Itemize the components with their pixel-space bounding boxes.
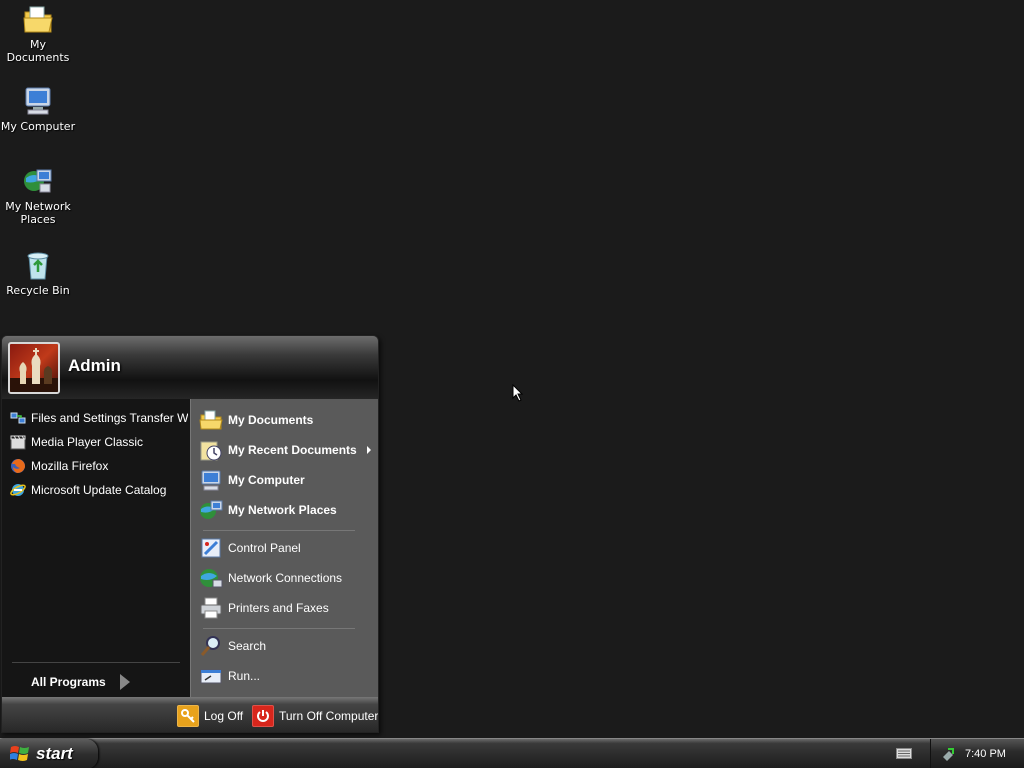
run-icon	[200, 669, 222, 684]
system-tray: 7:40 PM	[930, 739, 1024, 768]
system-control-panel[interactable]: Control Panel	[199, 534, 377, 562]
mouse-cursor-icon	[512, 384, 524, 402]
system-separator	[203, 628, 355, 629]
places-separator	[203, 530, 355, 531]
transfer-wizard-icon	[10, 412, 26, 424]
start-menu-footer: Log Off Turn Off Computer	[2, 697, 378, 732]
system-label: Printers and Faxes	[228, 601, 329, 615]
all-programs-button[interactable]: All Programs	[31, 672, 171, 692]
folder-documents-icon	[199, 410, 223, 430]
pinned-item-label: Media Player Classic	[31, 435, 144, 449]
power-icon	[252, 705, 274, 727]
places-pane: My Documents My Recent Documents My Comp…	[190, 399, 378, 697]
keyboard-icon[interactable]	[896, 747, 912, 760]
all-programs-label: All Programs	[31, 675, 106, 689]
internet-explorer-icon	[10, 484, 26, 496]
pinned-item-label: Files and Settings Transfer W...	[31, 411, 188, 425]
system-network-connections[interactable]: Network Connections	[199, 564, 377, 592]
start-button[interactable]: start	[0, 739, 98, 768]
submenu-arrow-icon	[367, 446, 371, 454]
log-off-button[interactable]: Log Off	[177, 704, 243, 728]
network-places-icon	[24, 169, 52, 193]
clock[interactable]: 7:40 PM	[965, 748, 1006, 760]
desktop-icon-label: My Documents	[6, 38, 70, 64]
network-connections-icon	[200, 569, 223, 588]
place-label: My Recent Documents	[228, 443, 357, 457]
desktop-icon-label: My Network Places	[5, 200, 71, 226]
folder-documents-icon	[23, 6, 53, 33]
log-off-label: Log Off	[204, 709, 244, 723]
place-my-network-places[interactable]: My Network Places	[199, 496, 377, 524]
place-label: My Network Places	[228, 503, 337, 517]
desktop-icon-my-network-places[interactable]: My Network Places	[0, 164, 76, 226]
turn-off-computer-button[interactable]: Turn Off Computer	[252, 704, 378, 728]
media-player-icon	[10, 435, 26, 450]
pinned-item-label: Mozilla Firefox	[31, 459, 109, 473]
turn-off-label: Turn Off Computer	[279, 709, 379, 723]
recycle-bin-icon	[27, 252, 49, 280]
windows-logo-icon	[10, 746, 29, 761]
computer-icon	[201, 470, 221, 491]
system-label: Control Panel	[228, 541, 301, 555]
tool-label: Search	[228, 639, 267, 653]
system-printers-and-faxes[interactable]: Printers and Faxes	[199, 594, 377, 622]
place-my-documents[interactable]: My Documents	[199, 406, 377, 434]
desktop-icon-my-computer[interactable]: My Computer	[0, 84, 76, 133]
key-icon	[177, 705, 199, 727]
place-my-recent-documents[interactable]: My Recent Documents	[199, 436, 377, 464]
place-label: My Computer	[228, 473, 305, 487]
search-icon	[200, 636, 220, 656]
tool-run[interactable]: Run...	[199, 662, 377, 690]
printer-icon	[200, 597, 222, 619]
recent-documents-icon	[200, 441, 222, 461]
pinned-item-media-player-classic[interactable]: Media Player Classic	[10, 431, 188, 453]
user-name: Admin	[68, 356, 121, 375]
place-my-computer[interactable]: My Computer	[199, 466, 377, 494]
chess-pieces-icon	[10, 348, 58, 392]
all-programs-separator	[12, 662, 180, 663]
pinned-item-label: Microsoft Update Catalog	[31, 483, 167, 497]
pinned-item-microsoft-update-catalog[interactable]: Microsoft Update Catalog	[10, 479, 188, 501]
arrow-right-icon	[119, 674, 130, 690]
start-label: start	[36, 744, 73, 763]
pinned-item-mozilla-firefox[interactable]: Mozilla Firefox	[10, 455, 188, 477]
firefox-icon	[11, 459, 25, 473]
tool-search[interactable]: Search	[199, 632, 377, 660]
system-label: Network Connections	[228, 571, 343, 585]
tool-label: Run...	[228, 669, 261, 683]
safely-remove-hardware-icon[interactable]	[941, 747, 955, 761]
start-menu: Admin Files and Settings Transfer W... M…	[1, 335, 379, 733]
computer-icon	[25, 87, 51, 115]
taskbar: start 7:40 PM	[0, 738, 1024, 768]
user-avatar[interactable]	[8, 342, 60, 394]
pinned-item-files-settings-transfer[interactable]: Files and Settings Transfer W...	[10, 407, 188, 429]
desktop-icon-recycle-bin[interactable]: Recycle Bin	[0, 248, 76, 297]
desktop-icon-label: My Computer	[0, 120, 76, 133]
start-menu-header: Admin	[2, 336, 378, 399]
pinned-programs-pane: Files and Settings Transfer W... Media P…	[2, 399, 190, 697]
control-panel-icon	[201, 538, 221, 558]
network-places-icon	[200, 500, 223, 519]
place-label: My Documents	[228, 413, 314, 427]
desktop-icon-label: Recycle Bin	[6, 284, 70, 297]
desktop-icon-my-documents[interactable]: My Documents	[0, 2, 76, 64]
